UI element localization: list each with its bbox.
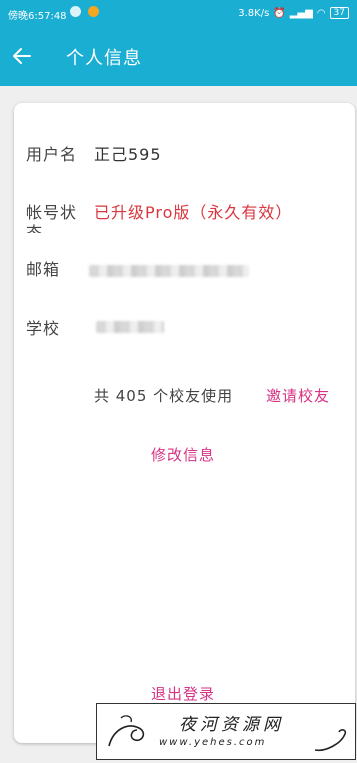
- schoolmates-count: 共 405 个校友使用: [94, 387, 234, 405]
- arrow-left-icon[interactable]: [10, 44, 34, 68]
- net-speed: 3.8K/s: [238, 7, 270, 19]
- signal-icon: ▂▄▆: [289, 7, 313, 19]
- profile-card: 用户名 正己595 帐号状 态 已升级Pro版（永久有效） 邮箱 学校 共 40…: [14, 103, 355, 743]
- invite-schoolmates-link[interactable]: 邀请校友: [266, 385, 330, 406]
- edit-info-link[interactable]: 修改信息: [151, 444, 215, 465]
- email-label: 邮箱: [26, 260, 61, 279]
- school-label: 学校: [26, 319, 61, 338]
- watermark-text: 夜河资源网: [179, 715, 284, 735]
- watermark-url: www.yehes.com: [159, 737, 267, 748]
- status-time: 傍晚6:57:48: [8, 11, 67, 22]
- username-value: 正己595: [94, 145, 162, 164]
- notification-icon: [70, 6, 81, 17]
- page-title: 个人信息: [66, 48, 142, 69]
- account-status-label-wrap: 态: [26, 223, 44, 233]
- username-label: 用户名: [26, 145, 78, 164]
- ornament-right-icon: [314, 729, 347, 752]
- logout-link[interactable]: 退出登录: [151, 683, 215, 704]
- account-status-value: 已升级Pro版（永久有效）: [94, 203, 293, 222]
- watermark: 夜河资源网 www.yehes.com: [96, 703, 356, 760]
- status-bar: 傍晚6:57:48 3.8K/s ⏰ ▂▄▆ ◠ 37: [0, 0, 357, 26]
- app-notification-icon: [88, 6, 99, 17]
- battery-icon: 37: [329, 7, 349, 19]
- wifi-icon: ◠: [316, 7, 326, 19]
- email-value-redacted: [89, 265, 249, 277]
- school-value-redacted: [96, 321, 164, 333]
- alarm-icon: ⏰: [273, 7, 286, 19]
- app-bar: 个人信息: [0, 26, 357, 86]
- account-status-label: 帐号状: [26, 203, 78, 222]
- status-right: 3.8K/s ⏰ ▂▄▆ ◠ 37: [238, 7, 349, 19]
